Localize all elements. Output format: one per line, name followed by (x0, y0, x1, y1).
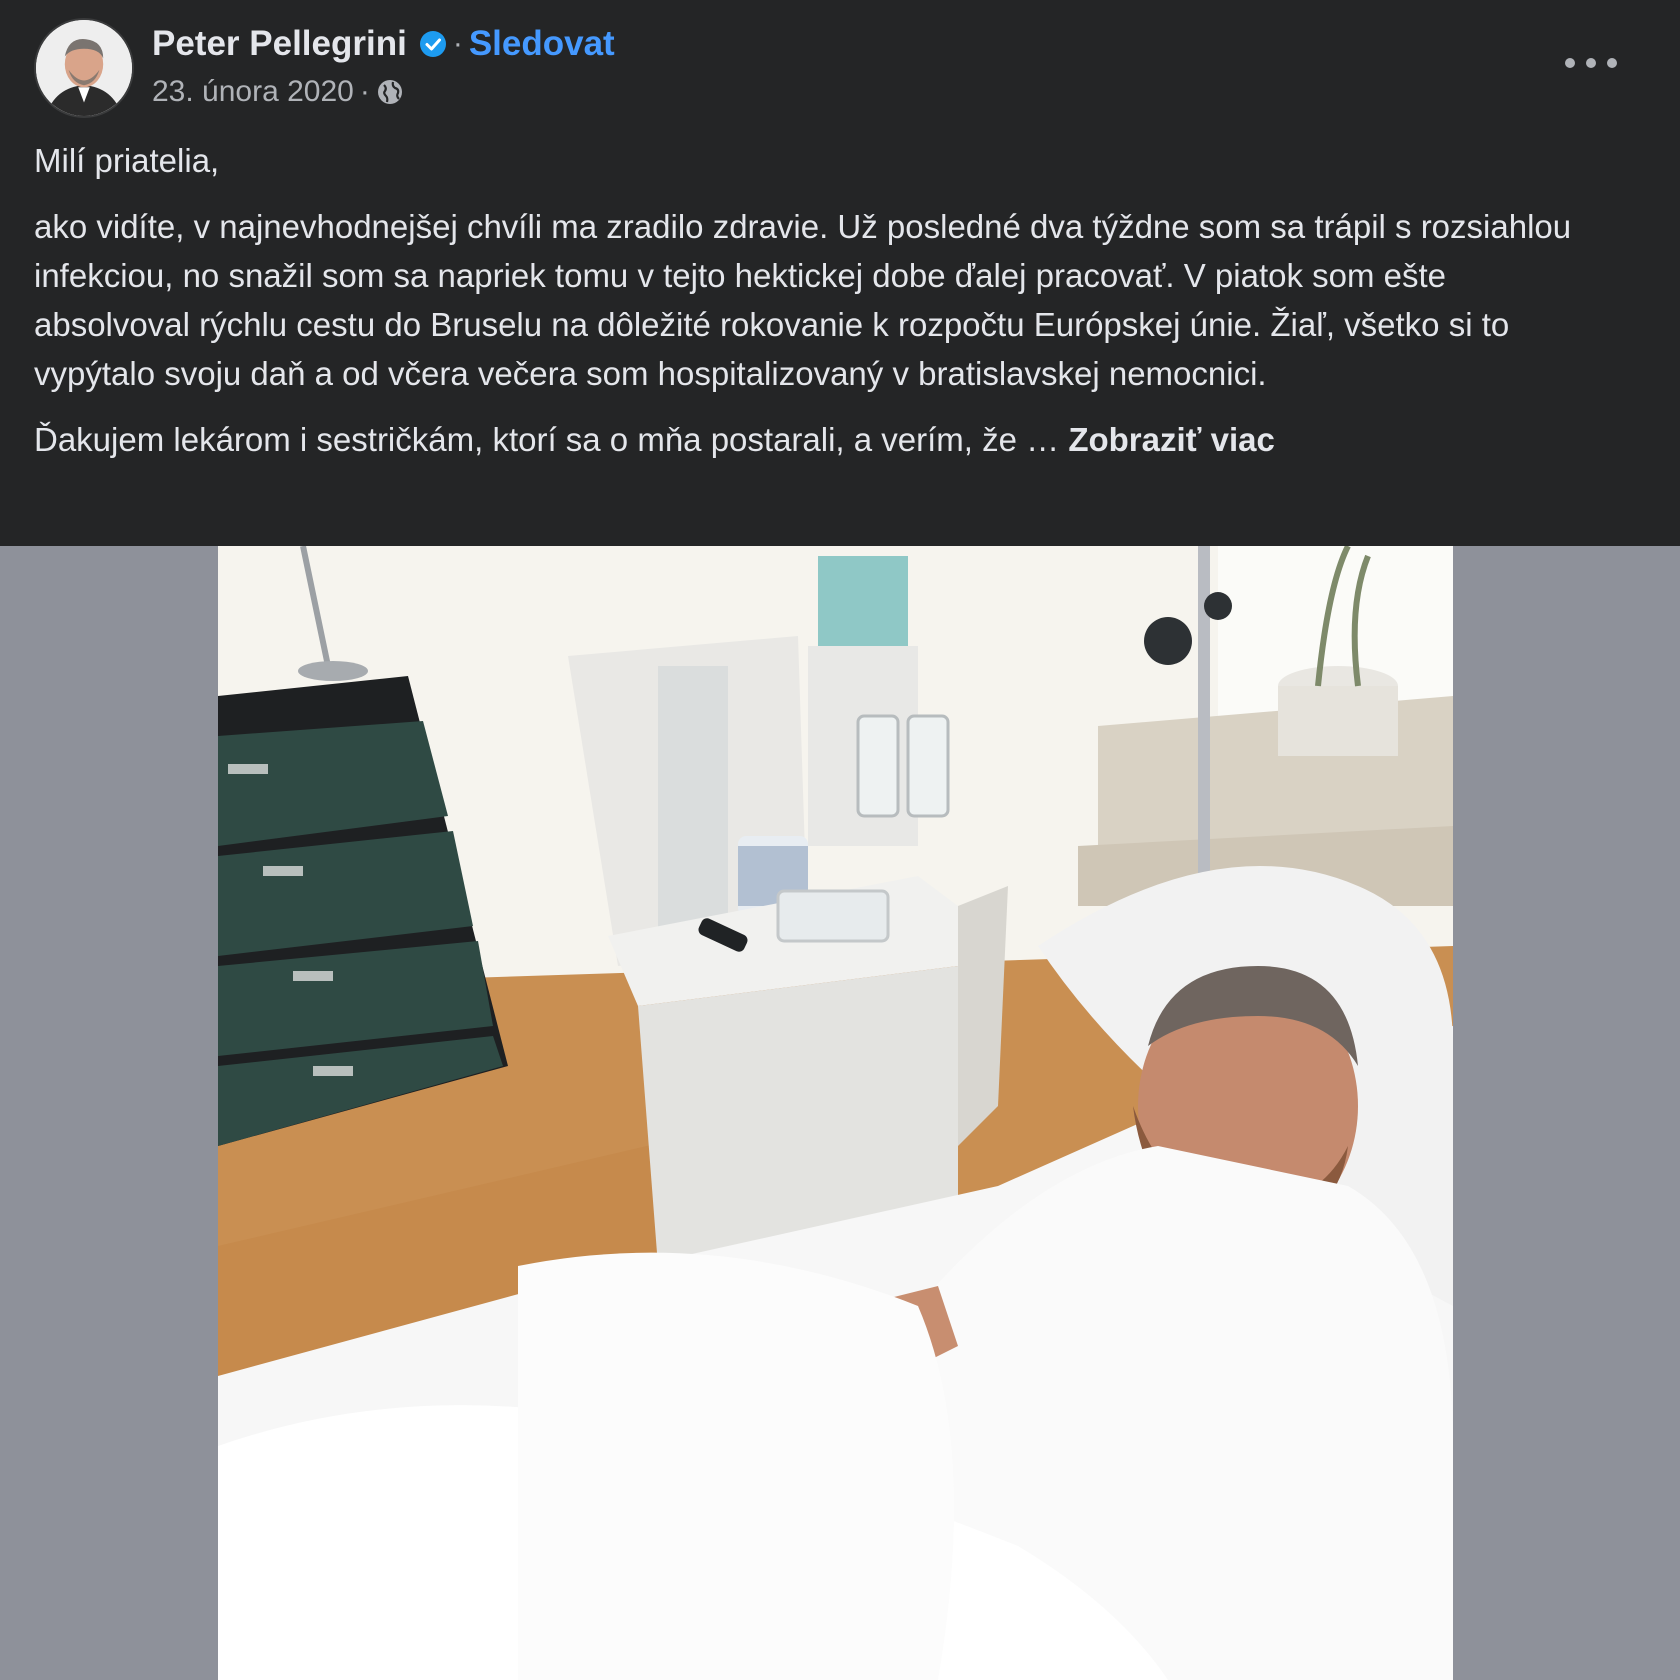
post-header: Peter Pellegrini · Sledovat 23. února 20… (0, 0, 1680, 546)
post-body: Milí priatelia, ako vidíte, v najnevhodn… (34, 136, 1604, 481)
hospital-room-photo (218, 546, 1453, 1680)
post-meta: 23. února 2020 · (152, 72, 404, 112)
more-dot (1607, 58, 1617, 68)
post-paragraph-text: Ďakujem lekárom i sestričkám, ktorí sa o… (34, 421, 1069, 458)
photo-container (0, 546, 1680, 1680)
verified-badge-icon (419, 30, 447, 58)
post-date[interactable]: 23. února 2020 (152, 75, 354, 109)
post-paragraph: ako vidíte, v najnevhodnejšej chvíli ma … (34, 208, 1572, 392)
date-separator: · (359, 75, 370, 108)
follow-separator: · (452, 27, 463, 60)
more-dot (1565, 58, 1575, 68)
more-dot (1586, 58, 1596, 68)
more-options-icon[interactable] (1565, 48, 1617, 78)
author-name[interactable]: Peter Pellegrini (152, 24, 407, 64)
see-more-link[interactable]: Zobraziť viac (1068, 421, 1275, 458)
globe-icon (376, 78, 404, 106)
post-photo[interactable] (218, 546, 1453, 1680)
follow-button[interactable]: Sledovat (469, 24, 615, 64)
post-paragraph-last: Ďakujem lekárom i sestričkám, ktorí sa o… (34, 415, 1604, 464)
author-avatar[interactable] (34, 18, 134, 118)
post-paragraph: Milí priatelia, (34, 142, 220, 179)
author-row: Peter Pellegrini · Sledovat (152, 22, 615, 66)
avatar-image (36, 20, 132, 116)
